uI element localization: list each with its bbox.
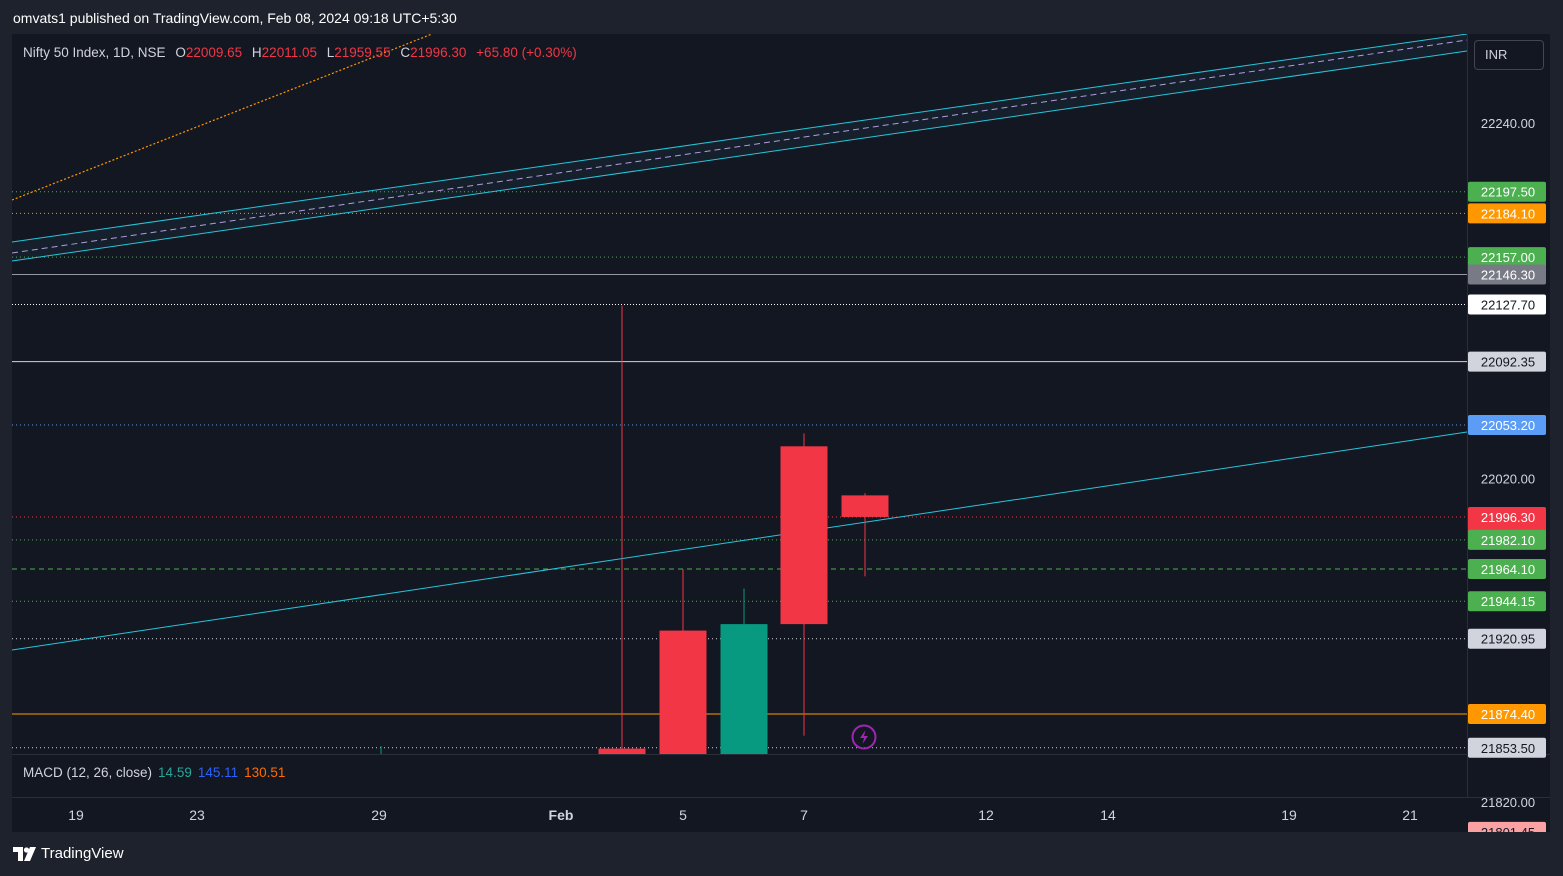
time-tick-label: 23 — [189, 807, 205, 823]
macd-hist-value: 130.51 — [244, 765, 286, 780]
time-tick-label: 14 — [1100, 807, 1116, 823]
price-level-label: 22146.30 — [1481, 267, 1535, 282]
price-tick-label: 21820.00 — [1481, 795, 1535, 810]
price-level-label: 21801.45 — [1481, 825, 1535, 832]
candle-body — [780, 446, 828, 625]
time-tick-label: 12 — [978, 807, 994, 823]
candle-body — [720, 624, 768, 754]
price-level-label: 21874.40 — [1481, 707, 1535, 722]
time-tick-label: Feb — [549, 807, 574, 823]
price-level-label: 21920.95 — [1481, 632, 1535, 647]
pane-separator — [12, 754, 1550, 755]
price-level-label: 21964.10 — [1481, 562, 1535, 577]
tradingview-logo[interactable]: TradingView — [13, 845, 124, 862]
macd-label[interactable]: MACD (12, 26, close) — [23, 765, 152, 780]
open-value: 22009.65 — [185, 45, 243, 60]
candle-body — [841, 495, 889, 517]
low-value: 21959.55 — [334, 45, 391, 60]
price-level-label: 21982.10 — [1481, 533, 1535, 548]
price-tick-label: 22240.00 — [1481, 116, 1535, 131]
price-level-label: 21996.30 — [1481, 510, 1535, 525]
tradingview-logo-icon — [13, 846, 36, 861]
price-pane — [12, 34, 1467, 754]
time-tick-label: 19 — [68, 807, 84, 823]
bolt-icon[interactable] — [851, 724, 877, 750]
price-level-label: 22157.00 — [1481, 250, 1535, 265]
price-chart[interactable]: 22240.00 22020.00 21820.00 22197.50 22184.10… — [12, 34, 1550, 832]
change-value: +65.80 (+0.30%) — [476, 45, 577, 60]
high-label: H — [251, 45, 262, 60]
channel-fill — [12, 34, 1467, 261]
macd-legend: MACD (12, 26, close) 14.59 145.11 130.51 — [23, 765, 285, 780]
price-tick-label: 22020.00 — [1481, 472, 1535, 487]
close-value: 21996.30 — [410, 45, 467, 60]
macd-signal-value: 145.11 — [197, 765, 239, 780]
currency-button[interactable]: INR — [1474, 40, 1544, 70]
macd-value: 14.59 — [158, 765, 192, 780]
time-tick-label: 21 — [1402, 807, 1418, 823]
symbol-label[interactable]: Nifty 50 Index, 1D, NSE — [23, 45, 166, 60]
channel-upper-line — [12, 34, 1467, 243]
price-axis-border — [1467, 34, 1468, 798]
price-level-label: 21853.50 — [1481, 741, 1535, 756]
high-value: 22011.05 — [261, 45, 317, 60]
price-level-label: 22092.35 — [1481, 355, 1535, 370]
support-trend-line — [12, 431, 1467, 651]
close-label: C — [400, 45, 411, 60]
price-level-label: 22197.50 — [1481, 185, 1535, 200]
time-tick-label: 19 — [1281, 807, 1297, 823]
publish-line: omvats1 published on TradingView.com, Fe… — [13, 10, 457, 26]
price-level-label: 22053.20 — [1481, 418, 1535, 433]
price-level-label: 22127.70 — [1481, 298, 1535, 313]
time-axis-border — [12, 797, 1550, 798]
ohlc-legend: Nifty 50 Index, 1D, NSE O22009.65 H22011… — [23, 45, 577, 60]
time-tick-label: 7 — [800, 807, 808, 823]
open-label: O — [175, 45, 186, 60]
branding-text: TradingView — [41, 845, 124, 862]
time-tick-label: 5 — [679, 807, 687, 823]
chart-area[interactable]: 22240.00 22020.00 21820.00 22197.50 22184.10… — [12, 34, 1550, 832]
channel-median-line — [12, 39, 1467, 254]
price-level-label: 22184.10 — [1481, 206, 1535, 221]
candle-body — [659, 630, 707, 754]
time-tick-label: 29 — [371, 807, 387, 823]
channel-lower-line — [12, 50, 1467, 262]
candle-body — [598, 748, 646, 754]
price-level-label: 21944.15 — [1481, 594, 1535, 609]
